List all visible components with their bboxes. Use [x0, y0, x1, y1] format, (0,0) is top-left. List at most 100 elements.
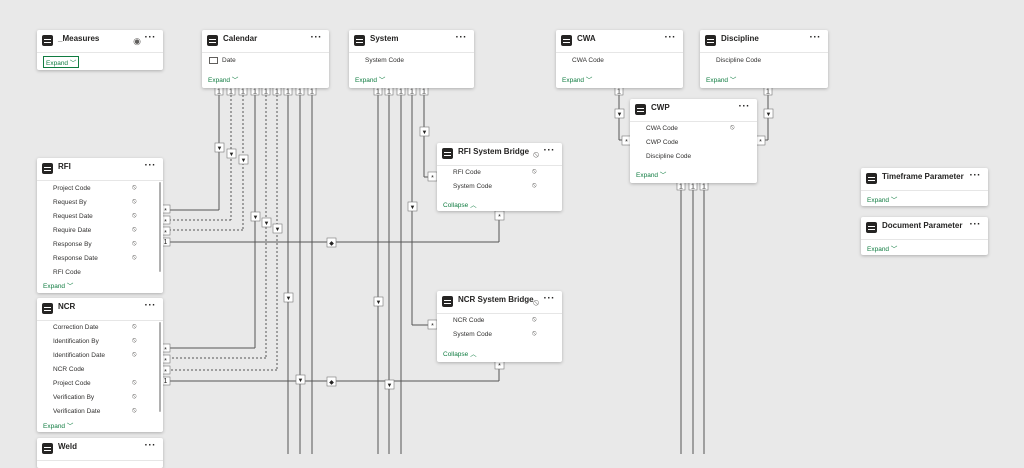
field-row-cwa-code[interactable]: CWA Code — [572, 57, 604, 64]
field-row-require-date[interactable]: Require Date ⦸ — [53, 226, 137, 234]
hidden-eye-icon[interactable]: ⦸ — [532, 316, 537, 324]
hidden-eye-icon[interactable]: ⦸ — [132, 323, 137, 331]
discipline-table-card[interactable]: Discipline ··· Discipline Code Expand ﹀ — [700, 30, 828, 88]
expand-button[interactable]: Expand ﹀ — [636, 169, 666, 179]
ncr-system-bridge-card[interactable]: NCR System Bridge ⦸ ··· NCR Code ⦸ System… — [437, 291, 562, 362]
svg-text:1: 1 — [164, 239, 168, 246]
field-row-identification-date[interactable]: Identification Date ⦸ — [53, 351, 137, 359]
hidden-eye-icon[interactable]: ⦸ — [132, 226, 137, 234]
more-options-button[interactable]: ··· — [970, 169, 982, 183]
ncr-table-header[interactable]: NCR ··· — [37, 298, 163, 321]
calendar-table-card[interactable]: Calendar ··· Date Expand ﹀ — [202, 30, 329, 88]
more-options-button[interactable]: ··· — [145, 439, 157, 453]
hidden-eye-icon[interactable]: ⦸ — [132, 407, 137, 415]
more-options-button[interactable]: ··· — [145, 159, 157, 173]
field-row-discipline-code[interactable]: Discipline Code — [716, 57, 761, 64]
cwp-table-header[interactable]: CWP ··· — [630, 99, 757, 122]
hidden-eye-icon[interactable]: ⦸ — [532, 182, 537, 190]
more-options-button[interactable]: ··· — [739, 100, 751, 114]
expand-button[interactable]: Expand ﹀ — [867, 194, 897, 204]
collapse-button[interactable]: Collapse ︿ — [443, 199, 477, 209]
expand-button[interactable]: Expand ﹀ — [706, 74, 736, 84]
rfi-system-bridge-card[interactable]: RFI System Bridge ⦸ ··· RFI Code ⦸ System… — [437, 143, 562, 211]
hidden-eye-icon[interactable]: ⦸ — [730, 124, 735, 132]
hidden-eye-icon[interactable]: ⦸ — [530, 150, 542, 159]
expand-button[interactable]: Expand ﹀ — [355, 74, 385, 84]
field-row-discipline-code[interactable]: Discipline Code — [646, 153, 691, 160]
field-row-correction-date[interactable]: Correction Date ⦸ — [53, 323, 137, 331]
cwa-table-header[interactable]: CWA ··· — [556, 30, 683, 53]
field-row-request-by[interactable]: Request By ⦸ — [53, 198, 137, 206]
timeframe-parameter-header[interactable]: Timeframe Parameter ··· — [861, 168, 988, 191]
more-options-button[interactable]: ··· — [665, 31, 677, 45]
hidden-eye-icon[interactable]: ⦸ — [132, 184, 137, 192]
scrollbar[interactable] — [159, 182, 161, 272]
hidden-eye-icon[interactable]: ⦸ — [132, 198, 137, 206]
weld-table-card[interactable]: Weld ··· — [37, 438, 163, 468]
cwp-table-card[interactable]: CWP ··· CWA Code ⦸ CWP Code Discipline Co… — [630, 99, 757, 183]
more-options-button[interactable]: ··· — [311, 31, 323, 45]
hidden-eye-icon[interactable]: ⦸ — [132, 393, 137, 401]
field-row-request-date[interactable]: Request Date ⦸ — [53, 212, 137, 220]
system-table-card[interactable]: System ··· System Code Expand ﹀ — [349, 30, 474, 88]
calendar-table-header[interactable]: Calendar ··· — [202, 30, 329, 53]
field-row-project-code[interactable]: Project Code ⦸ — [53, 184, 137, 192]
measures-table-card[interactable]: _Measures ◉ ··· Expand ﹀ — [37, 30, 163, 70]
field-row-verification-by[interactable]: Verification By ⦸ — [53, 393, 137, 401]
hidden-eye-icon[interactable]: ⦸ — [530, 298, 542, 307]
collapse-button[interactable]: Collapse ︿ — [443, 348, 477, 358]
discipline-table-header[interactable]: Discipline ··· — [700, 30, 828, 53]
field-row-system-code[interactable]: System Code — [365, 57, 404, 64]
more-options-button[interactable]: ··· — [810, 31, 822, 45]
hidden-eye-icon[interactable]: ⦸ — [132, 337, 137, 345]
hidden-eye-icon[interactable]: ⦸ — [132, 212, 137, 220]
field-row-response-date[interactable]: Response Date ⦸ — [53, 254, 137, 262]
hidden-eye-icon[interactable]: ⦸ — [532, 168, 537, 176]
field-row-verification-date[interactable]: Verification Date ⦸ — [53, 407, 137, 415]
more-options-button[interactable]: ··· — [544, 144, 556, 158]
cwa-table-card[interactable]: CWA ··· CWA Code Expand ﹀ — [556, 30, 683, 88]
field-row-identification-by[interactable]: Identification By ⦸ — [53, 337, 137, 345]
expand-button[interactable]: Expand ﹀ — [562, 74, 592, 84]
timeframe-parameter-card[interactable]: Timeframe Parameter ··· Expand ﹀ — [861, 168, 988, 206]
field-row-project-code[interactable]: Project Code ⦸ — [53, 379, 137, 387]
hidden-eye-icon[interactable]: ⦸ — [132, 379, 137, 387]
document-parameter-card[interactable]: Document Parameter ··· Expand ﹀ — [861, 217, 988, 255]
expand-button[interactable]: Expand ﹀ — [43, 420, 73, 430]
more-options-button[interactable]: ··· — [970, 218, 982, 232]
field-row-rfi-code[interactable]: RFI Code — [53, 269, 81, 276]
expand-button[interactable]: Expand ﹀ — [208, 74, 238, 84]
scrollbar[interactable] — [159, 322, 161, 412]
field-row-cwa-code[interactable]: CWA Code ⦸ — [646, 124, 735, 132]
more-options-button[interactable]: ··· — [145, 31, 157, 45]
expand-button[interactable]: Expand ﹀ — [43, 56, 80, 68]
field-label: Identification By — [53, 338, 99, 345]
rfi-table-header[interactable]: RFI ··· — [37, 158, 163, 181]
document-parameter-header[interactable]: Document Parameter ··· — [861, 217, 988, 240]
expand-button[interactable]: Expand ﹀ — [43, 280, 73, 290]
hidden-eye-icon[interactable]: ⦸ — [132, 240, 137, 248]
field-row-response-by[interactable]: Response By ⦸ — [53, 240, 137, 248]
field-row-date[interactable]: Date — [209, 57, 236, 64]
field-row-rfi-code[interactable]: RFI Code ⦸ — [453, 168, 537, 176]
ncr-system-bridge-header[interactable]: NCR System Bridge ⦸ ··· — [437, 291, 562, 314]
hidden-eye-icon[interactable]: ⦸ — [532, 330, 537, 338]
hidden-eye-icon[interactable]: ⦸ — [132, 351, 137, 359]
field-row-system-code[interactable]: System Code ⦸ — [453, 182, 537, 190]
ncr-table-card[interactable]: NCR ··· Correction Date ⦸ Identification … — [37, 298, 163, 432]
field-row-ncr-code[interactable]: NCR Code — [53, 366, 84, 373]
expand-button[interactable]: Expand ﹀ — [867, 243, 897, 253]
more-options-button[interactable]: ··· — [145, 299, 157, 313]
more-options-button[interactable]: ··· — [456, 31, 468, 45]
field-row-cwp-code[interactable]: CWP Code — [646, 139, 678, 146]
field-row-system-code[interactable]: System Code ⦸ — [453, 330, 537, 338]
field-row-ncr-code[interactable]: NCR Code ⦸ — [453, 316, 537, 324]
weld-table-header[interactable]: Weld ··· — [37, 438, 163, 461]
rfi-table-card[interactable]: RFI ··· Project Code ⦸ Request By ⦸ Reques… — [37, 158, 163, 293]
measures-table-header[interactable]: _Measures ◉ ··· — [37, 30, 163, 53]
hidden-eye-icon[interactable]: ⦸ — [132, 254, 137, 262]
system-table-header[interactable]: System ··· — [349, 30, 474, 53]
rfi-system-bridge-header[interactable]: RFI System Bridge ⦸ ··· — [437, 143, 562, 166]
more-options-button[interactable]: ··· — [544, 292, 556, 306]
visibility-eye-icon[interactable]: ◉ — [131, 37, 143, 46]
